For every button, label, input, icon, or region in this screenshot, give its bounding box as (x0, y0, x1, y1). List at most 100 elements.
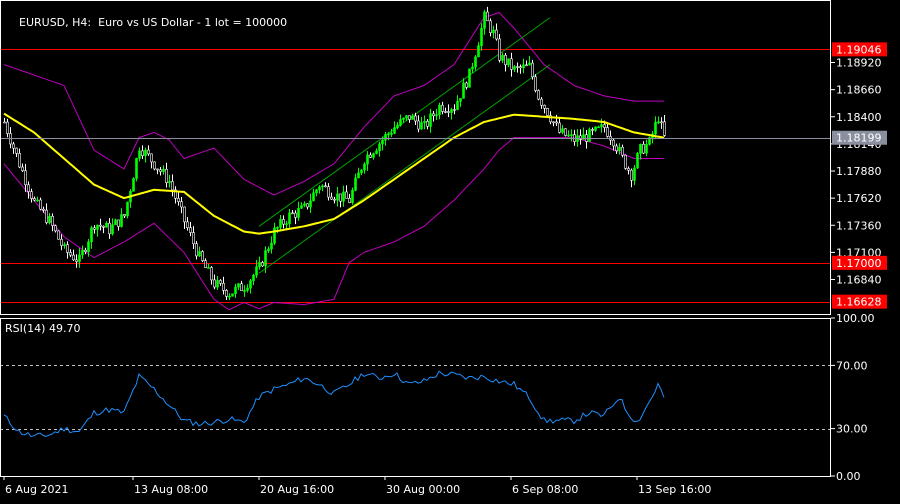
candle-body (216, 280, 219, 288)
candle-body (189, 227, 192, 233)
candle[interactable] (135, 157, 138, 182)
candle-body (78, 254, 81, 262)
candle-body (252, 274, 255, 281)
candle[interactable] (537, 89, 540, 101)
candle[interactable] (624, 154, 627, 170)
candle-body (405, 115, 408, 119)
candle-body (132, 178, 135, 192)
candle-body (564, 128, 567, 136)
candle[interactable] (588, 127, 591, 142)
candle[interactable] (153, 161, 156, 171)
candle-body (516, 66, 519, 68)
candle[interactable] (351, 187, 354, 205)
time-axis-label: 6 Aug 2021 (5, 483, 68, 496)
candle-body (621, 146, 624, 156)
price-axis-label: 1.17880 (836, 165, 882, 178)
candle-body (63, 244, 66, 246)
candle-body (639, 143, 642, 154)
candle-body (447, 111, 450, 113)
candle-body (135, 158, 138, 179)
candle-body (225, 290, 228, 297)
candle-body (147, 149, 150, 155)
candle-body (219, 280, 222, 284)
candle-body (642, 143, 645, 154)
candle-body (558, 122, 561, 133)
candle-body (72, 254, 75, 261)
candle-body (522, 64, 525, 69)
candle-body (108, 222, 111, 235)
price-axis-label: 1.17360 (836, 219, 882, 232)
candle-body (321, 185, 324, 188)
candle-body (372, 153, 375, 158)
candle-body (210, 267, 213, 281)
candle[interactable] (468, 68, 471, 88)
candle-body (417, 120, 420, 130)
chart-canvas[interactable]: 1.189201.186601.184001.181401.178801.176… (0, 0, 900, 500)
candle-body (534, 76, 537, 91)
candle-body (345, 191, 348, 199)
chart-background (0, 0, 900, 500)
candle-body (171, 181, 174, 191)
price-axis-label: 1.18920 (836, 57, 882, 70)
candle-body (186, 221, 189, 229)
candle-body (318, 186, 321, 191)
candle-body (660, 121, 663, 124)
candle[interactable] (201, 250, 204, 263)
candle-body (411, 115, 414, 120)
candle-body (513, 66, 516, 70)
candle-body (177, 198, 180, 202)
candle-body (3, 121, 6, 124)
candle-body (84, 249, 87, 252)
candle[interactable] (636, 151, 639, 170)
candle-body (624, 154, 627, 169)
candle-body (123, 214, 126, 217)
candle[interactable] (648, 136, 651, 146)
candle-body (270, 242, 273, 250)
candle-body (297, 208, 300, 218)
candle-body (276, 227, 279, 229)
candle-body (213, 279, 216, 288)
candle-body (18, 153, 21, 168)
candle-body (426, 121, 429, 127)
candle-body (615, 145, 618, 152)
candle-body (27, 184, 30, 192)
candle[interactable] (546, 107, 549, 117)
candle-body (423, 121, 426, 123)
candle-body (327, 186, 330, 198)
candle-body (603, 124, 606, 128)
candle[interactable] (114, 218, 117, 226)
candle-body (486, 11, 489, 22)
candle-body (138, 150, 141, 159)
candle-body (387, 133, 390, 136)
candle-body (45, 209, 48, 223)
candle[interactable] (126, 201, 129, 219)
candle-body (663, 121, 666, 136)
candle-body (279, 219, 282, 228)
candle-body (36, 199, 39, 202)
candle-body (60, 238, 63, 246)
trading-chart[interactable]: 1.189201.186601.184001.181401.178801.176… (0, 0, 900, 500)
candle-body (567, 134, 570, 137)
candle[interactable] (57, 230, 60, 240)
candle-body (645, 143, 648, 154)
candle[interactable] (564, 128, 567, 137)
candle-body (204, 260, 207, 269)
candle-body (99, 224, 102, 227)
candle-body (315, 189, 318, 194)
candle-body (33, 198, 36, 201)
candle[interactable] (132, 177, 135, 192)
candle-body (69, 252, 72, 256)
candle-body (555, 121, 558, 124)
candle-body (198, 251, 201, 257)
candle-body (402, 117, 405, 120)
time-axis-label: 20 Aug 16:00 (260, 483, 334, 496)
candle-body (504, 54, 507, 66)
candle-body (552, 121, 555, 124)
candle[interactable] (531, 59, 534, 80)
candle[interactable] (231, 293, 234, 297)
candle-body (354, 177, 357, 191)
candle-body (465, 82, 468, 88)
candle-body (237, 283, 240, 288)
candle-body (480, 28, 483, 47)
candle[interactable] (534, 74, 537, 93)
